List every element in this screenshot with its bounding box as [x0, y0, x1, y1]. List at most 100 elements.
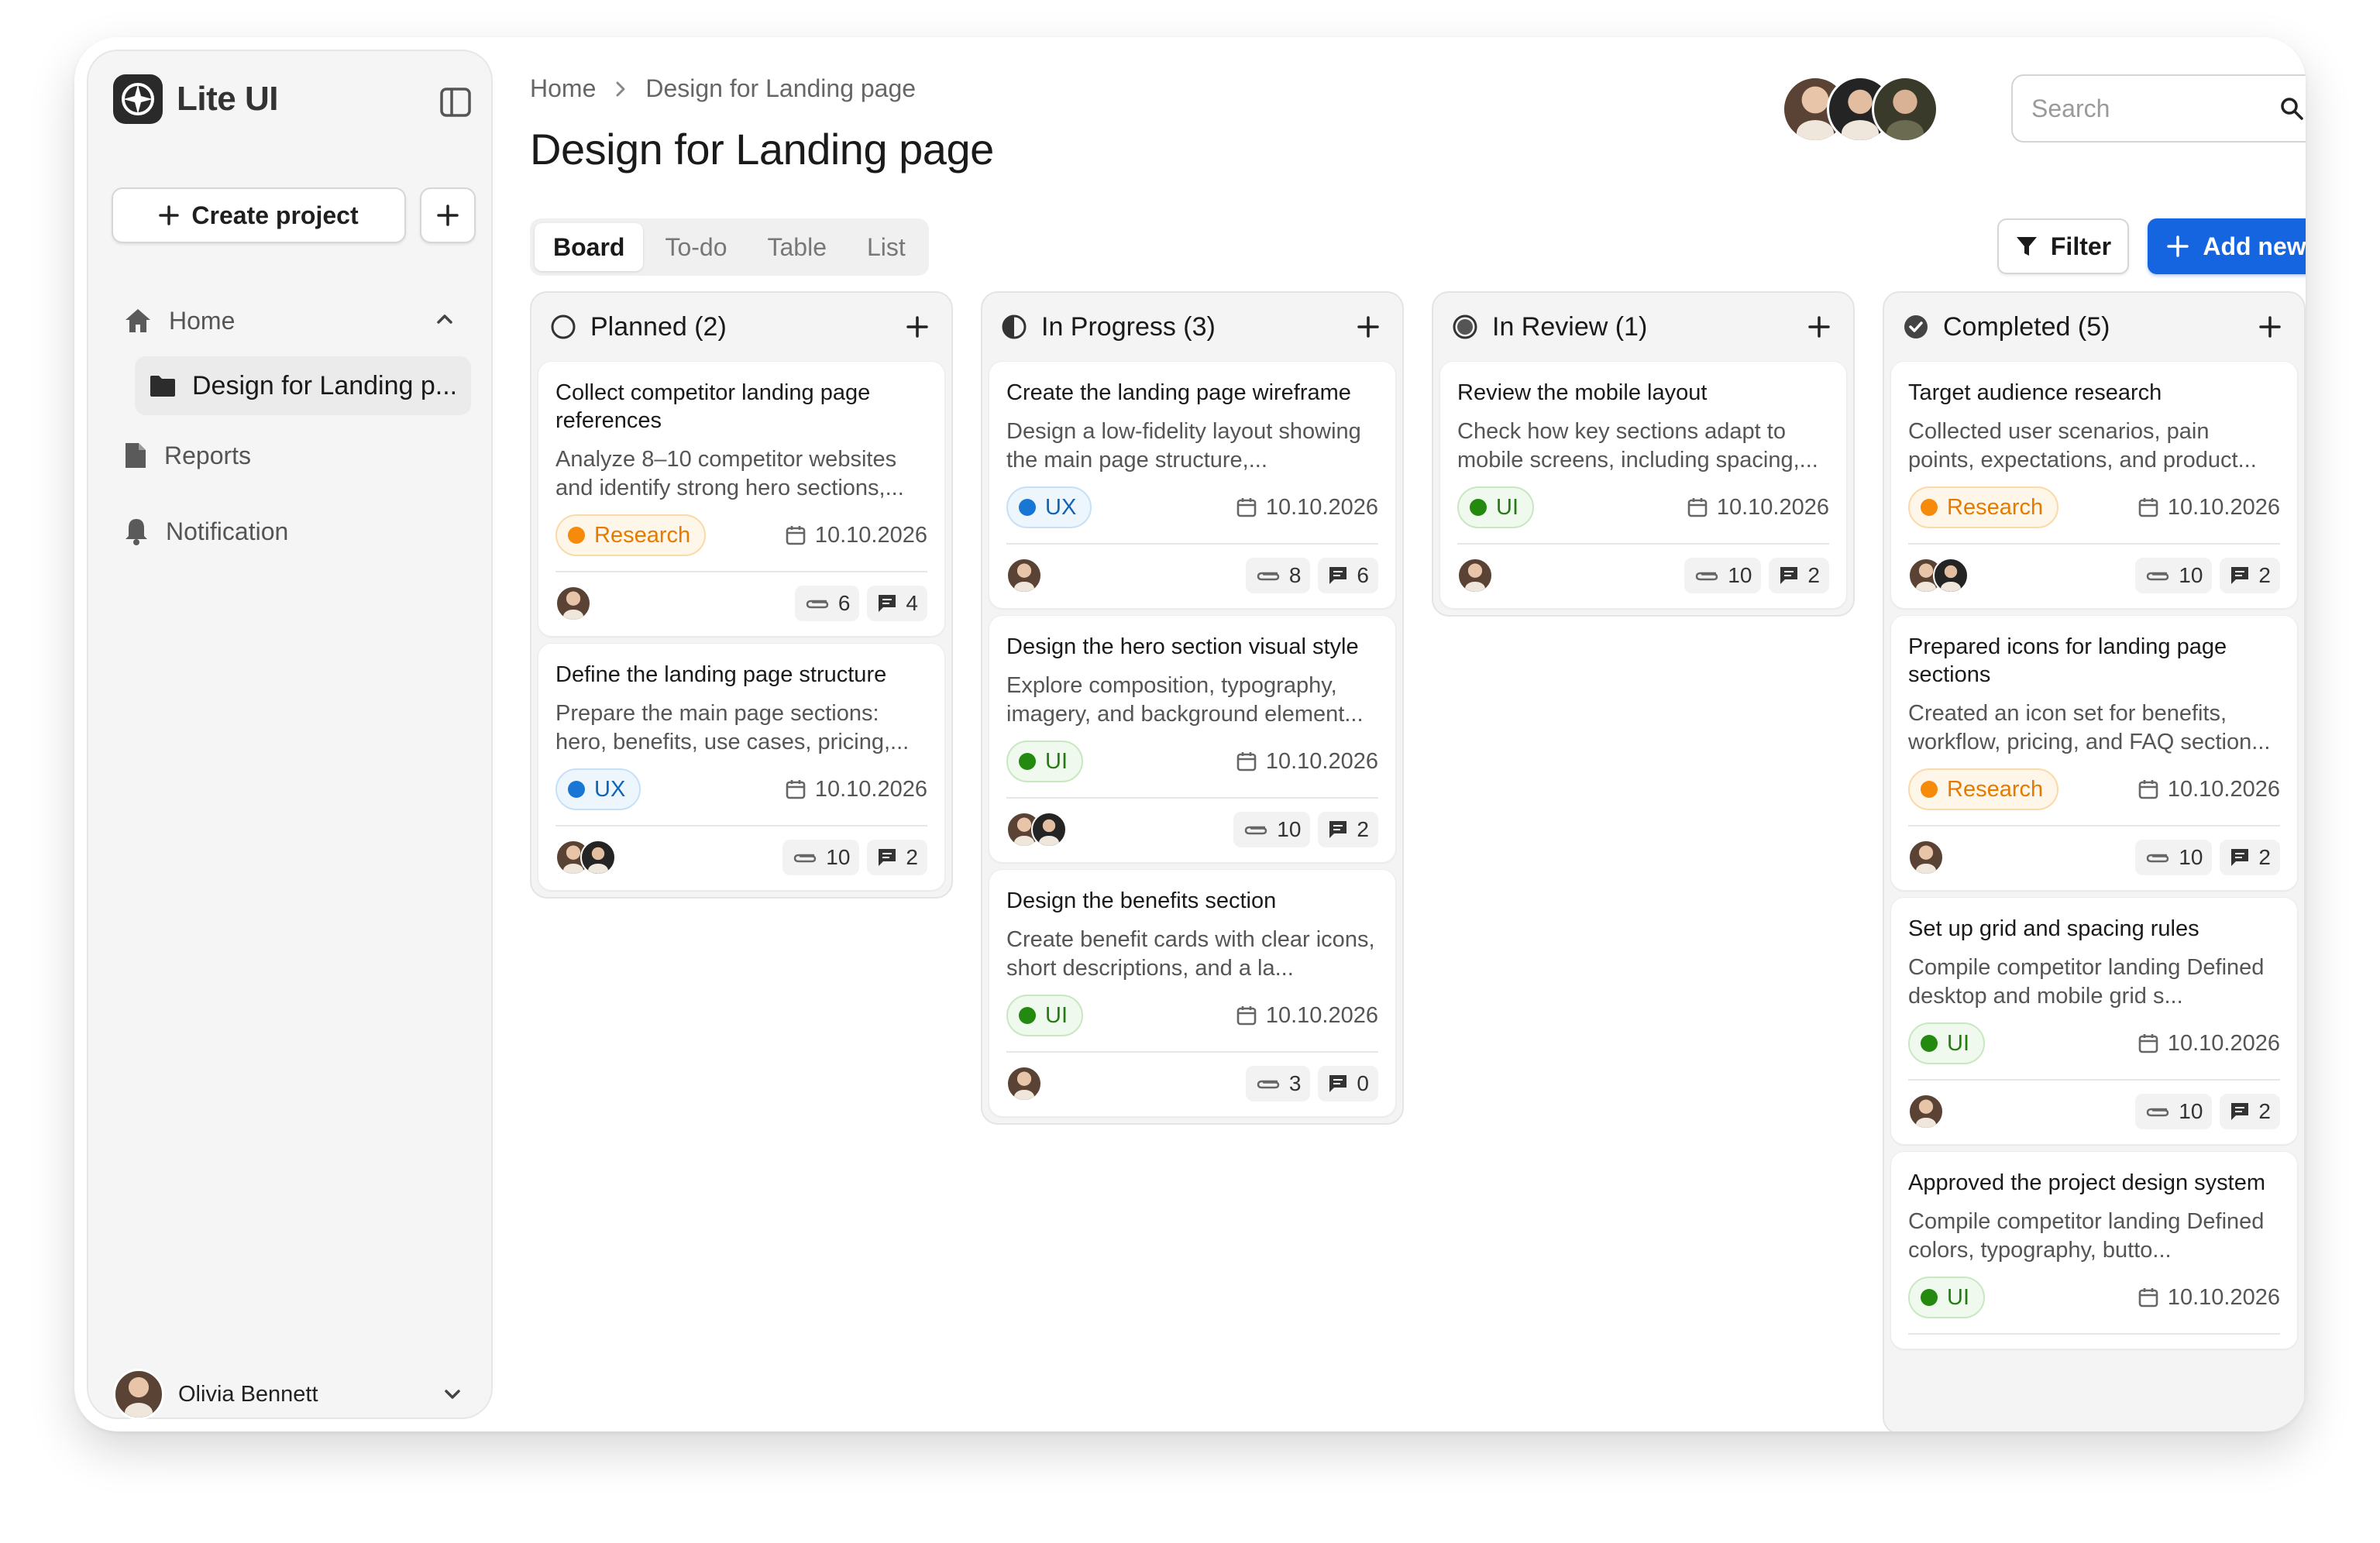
tag-badge[interactable]: UI: [1908, 1022, 1985, 1064]
sidebar-item-home[interactable]: Home: [112, 290, 471, 352]
add-card-icon[interactable]: [2259, 316, 2281, 338]
attachments-count: 10: [2179, 563, 2203, 587]
sidebar-item-reports[interactable]: Reports: [112, 424, 471, 486]
attachments-counter[interactable]: 8: [1245, 558, 1311, 593]
tab-board[interactable]: Board: [535, 223, 644, 271]
comments-count: 2: [906, 845, 918, 869]
assignees[interactable]: [555, 586, 591, 621]
assignees[interactable]: [1908, 558, 1969, 593]
attachments-counter[interactable]: 10: [2135, 558, 2213, 593]
comments-counter[interactable]: 2: [2220, 558, 2280, 593]
tag-badge[interactable]: UI: [1908, 1277, 1985, 1318]
add-card-icon[interactable]: [1357, 316, 1379, 338]
tag-badge[interactable]: UX: [1006, 486, 1092, 528]
attachments-counter[interactable]: 10: [1233, 812, 1311, 847]
attachments-counter[interactable]: 10: [2135, 840, 2213, 875]
comments-counter[interactable]: 4: [867, 586, 927, 621]
card-title: Set up grid and spacing rules: [1908, 916, 2199, 941]
search-box[interactable]: [2011, 74, 2306, 143]
task-card[interactable]: Define the landing page structure Prepare…: [538, 643, 945, 891]
attachments-counter[interactable]: 10: [1684, 558, 1762, 593]
brand[interactable]: Lite UI: [113, 74, 278, 124]
assignees[interactable]: [1006, 1066, 1042, 1101]
attachments-counter[interactable]: 10: [2135, 1094, 2213, 1129]
task-card[interactable]: Collect competitor landing page referenc…: [538, 361, 945, 637]
add-card-icon[interactable]: [1808, 316, 1830, 338]
add-new-button[interactable]: Add new: [2148, 218, 2306, 274]
add-new-label: Add new: [2203, 232, 2306, 260]
sidebar-toggle-icon[interactable]: [440, 87, 471, 118]
comments-counter[interactable]: 2: [2220, 1094, 2280, 1129]
comments-counter[interactable]: 2: [1769, 558, 1829, 593]
avatar: [1908, 840, 1944, 875]
calendar-icon: [2138, 779, 2158, 799]
tag-badge[interactable]: UI: [1006, 741, 1083, 782]
card-title: Review the mobile layout: [1457, 380, 1708, 405]
comments-counter[interactable]: 0: [1318, 1066, 1378, 1101]
sidebar-item-notification[interactable]: Notification: [112, 500, 471, 562]
create-project-button[interactable]: Create project: [112, 187, 406, 243]
due-date: 10.10.2026: [1687, 495, 1829, 521]
chevron-up-icon[interactable]: [434, 308, 456, 330]
assignees[interactable]: [1006, 558, 1042, 593]
assignees[interactable]: [1006, 812, 1067, 847]
sidebar-item-label: Design for Landing p...: [192, 370, 458, 400]
assignees[interactable]: [1457, 558, 1493, 593]
due-date: 10.10.2026: [1236, 1003, 1378, 1029]
calendar-icon: [2138, 1287, 2158, 1308]
task-card[interactable]: Design the hero section visual style Expl…: [989, 615, 1396, 863]
tag-badge[interactable]: UX: [555, 768, 641, 810]
search-input[interactable]: [2031, 94, 2264, 123]
comments-counter[interactable]: 2: [867, 840, 927, 875]
tab-table[interactable]: Table: [749, 223, 846, 271]
comments-count: 2: [1807, 563, 1820, 587]
card-title: Design the benefits section: [1006, 888, 1277, 913]
tag-badge[interactable]: Research: [555, 514, 707, 556]
task-card[interactable]: Create the landing page wireframe Design …: [989, 361, 1396, 609]
breadcrumb-home[interactable]: Home: [530, 74, 596, 103]
assignees[interactable]: [555, 840, 616, 875]
tag-badge[interactable]: Research: [1908, 486, 2059, 528]
attachments-counter[interactable]: 3: [1245, 1066, 1311, 1101]
tag-badge[interactable]: UI: [1006, 995, 1083, 1036]
tag-label: Research: [1947, 776, 2044, 802]
tag-badge[interactable]: UI: [1457, 486, 1534, 528]
attachments-count: 8: [1288, 563, 1302, 587]
attachments-counter[interactable]: 10: [782, 840, 860, 875]
comments-count: 2: [2258, 563, 2271, 587]
comment-icon: [2229, 847, 2251, 868]
comments-counter[interactable]: 2: [2220, 840, 2280, 875]
filter-button[interactable]: Filter: [1997, 218, 2129, 274]
tab-list[interactable]: List: [848, 223, 924, 271]
sidebar-item-label: Notification: [166, 517, 289, 545]
sidebar-item-project[interactable]: Design for Landing p...: [135, 356, 471, 415]
add-button[interactable]: [420, 187, 476, 243]
chevron-down-icon[interactable]: [442, 1383, 463, 1405]
task-card[interactable]: Approved the project design system Compil…: [1890, 1151, 2298, 1349]
breadcrumb-current[interactable]: Design for Landing page: [645, 74, 916, 103]
task-card[interactable]: Set up grid and spacing rules Compile com…: [1890, 897, 2298, 1145]
tag-badge[interactable]: Research: [1908, 768, 2059, 810]
due-date: 10.10.2026: [2138, 1285, 2280, 1311]
task-card[interactable]: Design the benefits section Create benefi…: [989, 869, 1396, 1117]
task-card[interactable]: Prepared icons for landing page sections…: [1890, 615, 2298, 891]
comment-icon: [1778, 565, 1800, 586]
tab-todo[interactable]: To-do: [646, 223, 745, 271]
user-menu[interactable]: Olivia Bennett: [113, 1368, 473, 1421]
search-icon[interactable]: [2279, 96, 2304, 121]
card-meta: UI 10.10.2026: [1908, 1276, 2280, 1319]
create-project-label: Create project: [191, 201, 359, 229]
card-description: Collected user scenarios, pain points, e…: [1908, 419, 2257, 473]
assignees[interactable]: [1908, 1094, 1944, 1129]
comment-icon: [1327, 1073, 1349, 1095]
assignees[interactable]: [1908, 840, 1944, 875]
comments-counter[interactable]: 2: [1318, 812, 1378, 847]
comments-counter[interactable]: 6: [1318, 558, 1378, 593]
folder-icon: [150, 376, 175, 397]
task-card[interactable]: Target audience research Collected user s…: [1890, 361, 2298, 609]
add-card-icon[interactable]: [906, 316, 928, 338]
task-card[interactable]: Review the mobile layout Check how key se…: [1439, 361, 1847, 609]
attachments-counter[interactable]: 6: [794, 586, 860, 621]
team-avatars[interactable]: [1782, 76, 1938, 143]
divider: [1908, 1079, 2280, 1081]
